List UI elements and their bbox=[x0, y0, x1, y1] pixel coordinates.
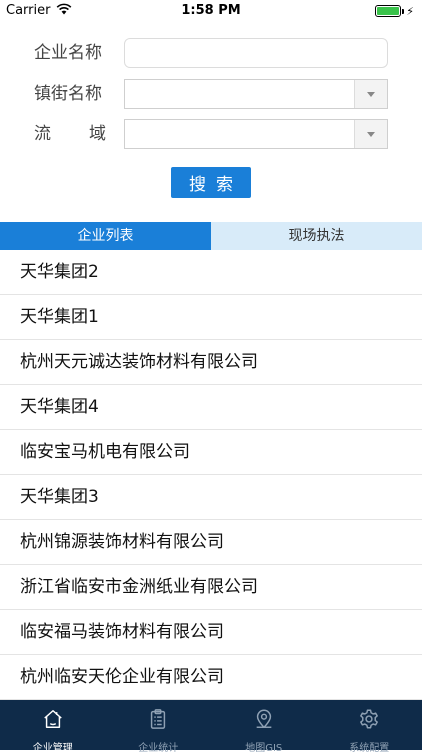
tabbar-label: 企业统计 bbox=[138, 739, 178, 754]
list-item[interactable]: 临安宝马机电有限公司 bbox=[0, 430, 422, 475]
town-select[interactable] bbox=[124, 79, 388, 109]
map-pin-icon bbox=[253, 708, 275, 734]
battery-icon bbox=[375, 5, 401, 17]
bottom-tab-bar: 企业管理 企业统计 地图GIS 系统配置 bbox=[0, 700, 422, 750]
basin-label: 流 域 bbox=[34, 119, 106, 149]
tab-company-list[interactable]: 企业列表 bbox=[0, 222, 211, 250]
tabbar-item-company-management[interactable]: 企业管理 bbox=[0, 700, 106, 750]
tabbar-item-system-settings[interactable]: 系统配置 bbox=[317, 700, 422, 750]
tabbar-label: 系统配置 bbox=[349, 739, 389, 754]
house-icon bbox=[42, 708, 64, 734]
list-item[interactable]: 浙江省临安市金洲纸业有限公司 bbox=[0, 565, 422, 610]
chevron-down-icon bbox=[367, 132, 375, 137]
segment-tabs: 企业列表 现场执法 bbox=[0, 222, 422, 250]
basin-label-char-2: 域 bbox=[89, 119, 106, 149]
town-label: 镇街名称 bbox=[34, 79, 106, 109]
list-item[interactable]: 天华集团4 bbox=[0, 385, 422, 430]
town-select-toggle[interactable] bbox=[354, 80, 387, 108]
search-button[interactable]: 搜索 bbox=[171, 167, 251, 198]
tabbar-label: 企业管理 bbox=[33, 739, 73, 754]
battery-indicator: ⚡ bbox=[375, 5, 414, 17]
tabbar-item-map-gis[interactable]: 地图GIS bbox=[211, 700, 317, 750]
list-item[interactable]: 杭州临安天伦企业有限公司 bbox=[0, 655, 422, 700]
tabbar-item-company-statistics[interactable]: 企业统计 bbox=[106, 700, 212, 750]
tabbar-label: 地图GIS bbox=[245, 739, 282, 754]
basin-select[interactable] bbox=[124, 119, 388, 149]
chevron-down-icon bbox=[367, 92, 375, 97]
list-item[interactable]: 天华集团1 bbox=[0, 295, 422, 340]
company-list: 天华集团2 天华集团1 杭州天元诚达装饰材料有限公司 天华集团4 临安宝马机电有… bbox=[0, 250, 422, 700]
charging-icon: ⚡ bbox=[406, 5, 414, 18]
basin-label-char-1: 流 bbox=[34, 119, 51, 149]
list-item[interactable]: 杭州锦源装饰材料有限公司 bbox=[0, 520, 422, 565]
company-name-label: 企业名称 bbox=[34, 38, 106, 68]
basin-select-toggle[interactable] bbox=[354, 120, 387, 148]
gear-icon bbox=[358, 708, 380, 734]
tab-onsite-enforcement[interactable]: 现场执法 bbox=[211, 222, 422, 250]
list-item[interactable]: 临安福马装饰材料有限公司 bbox=[0, 610, 422, 655]
list-item[interactable]: 天华集团2 bbox=[0, 250, 422, 295]
clock: 1:58 PM bbox=[0, 3, 422, 18]
status-bar: Carrier 1:58 PM ⚡ bbox=[0, 0, 422, 22]
list-item[interactable]: 杭州天元诚达装饰材料有限公司 bbox=[0, 340, 422, 385]
company-name-input[interactable] bbox=[124, 38, 388, 68]
list-item[interactable]: 天华集团3 bbox=[0, 475, 422, 520]
clipboard-icon bbox=[147, 708, 169, 734]
